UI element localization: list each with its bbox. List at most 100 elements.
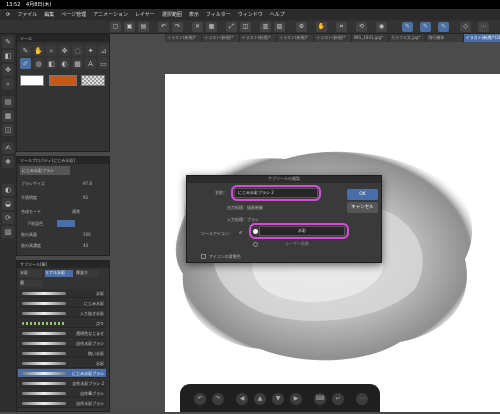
save-icon[interactable]: ▤	[138, 22, 149, 32]
list-item[interactable]: 透明色なじませ	[18, 329, 106, 338]
main-color-swatch[interactable]	[20, 75, 44, 86]
sub-color-swatch[interactable]	[49, 75, 77, 86]
menu-file[interactable]: ファイル	[17, 11, 37, 18]
prop-value-opacity[interactable]: 92	[83, 195, 88, 200]
material-icon[interactable]: ❖	[2, 156, 14, 168]
prop-label-mixing[interactable]: 下地混色	[27, 221, 43, 227]
arrow-left-icon[interactable]: ◀	[236, 393, 248, 405]
open-icon[interactable]: ▣	[124, 22, 135, 32]
list-item[interactable]: 入り抜き水彩	[18, 309, 106, 318]
list-item[interactable]: 自作水彩ブラシ 2	[18, 379, 106, 388]
menu-filter[interactable]: フィルター	[206, 11, 231, 18]
menu-help[interactable]: ヘルプ	[270, 11, 285, 18]
menu-layer[interactable]: レイヤー	[135, 11, 155, 18]
rotate-icon[interactable]: ⟲	[356, 22, 367, 32]
menu-window[interactable]: ウィンドウ	[238, 11, 263, 18]
tab-doc-6[interactable]: IMG_1841.jpg*	[351, 34, 388, 42]
menu-edit[interactable]: 編集	[44, 11, 54, 18]
prop-value-amount[interactable]: 100	[83, 232, 91, 237]
eraser-icon[interactable]: ◧	[46, 58, 57, 69]
eraser-mode-icon[interactable]: ✎	[438, 22, 449, 32]
brush-mode-icon[interactable]: ✎	[420, 22, 431, 32]
undo-icon[interactable]: ↶	[158, 22, 169, 32]
ok-button[interactable]: OK	[347, 189, 378, 200]
list-item[interactable]: 点々	[18, 319, 106, 328]
more-icon[interactable]: ⋯	[356, 393, 368, 405]
menu-view[interactable]: 表示	[189, 11, 199, 18]
menu-selection[interactable]: 選択範囲	[162, 11, 182, 18]
palette-icon[interactable]: ◒	[2, 198, 14, 210]
list-item-selected[interactable]: にじみ水彩ブラシ	[18, 369, 106, 378]
arrow-right-icon[interactable]: ▶	[290, 393, 302, 405]
tab-doc-5[interactable]: イラスト(新規)*	[314, 34, 351, 42]
navigator-icon[interactable]: ◫	[2, 124, 14, 136]
eraser-tool-icon[interactable]: ◧	[2, 50, 14, 62]
more-icon[interactable]: ⋯	[478, 22, 489, 32]
tab-doc-1[interactable]: イラスト(新規)*	[165, 34, 202, 42]
subtool-tab-watercolor[interactable]: 水彩	[20, 270, 42, 277]
stabilizer-icon[interactable]: ◇	[460, 22, 471, 32]
brush-tool-icon[interactable]: ✍	[2, 142, 14, 154]
subtool-tab-ink[interactable]: 墨	[20, 280, 42, 287]
list-item[interactable]: にじみ水彩	[18, 299, 106, 308]
wand-icon[interactable]: ✦	[85, 45, 96, 56]
transform-icon[interactable]: ⤢	[226, 22, 237, 32]
redo-icon[interactable]: ↷	[212, 393, 224, 405]
ruler-icon[interactable]: ▧	[274, 22, 285, 32]
tab-doc-active[interactable]: イラスト(新規)*(2048×2048)	[463, 34, 500, 42]
icon-bg-checkbox[interactable]	[201, 254, 206, 259]
list-item[interactable]: 自作水彩ブラシ	[18, 399, 106, 408]
property-icon[interactable]: ▦	[2, 110, 14, 122]
history-icon[interactable]: ⟳	[2, 212, 14, 224]
settings-icon[interactable]: ⚙	[296, 22, 307, 32]
list-item[interactable]: 自作水彩ブラシ	[18, 339, 106, 348]
list-item[interactable]: 鈍い水彩	[18, 349, 106, 358]
tab-doc-7[interactable]: カラフル文.jpg*	[388, 34, 426, 42]
gradient-icon[interactable]: ▧	[2, 226, 14, 238]
move-tool-icon[interactable]: ✥	[2, 64, 14, 76]
cancel-button[interactable]: キャンセル	[347, 202, 378, 213]
arrow-up-icon[interactable]: ▲	[254, 393, 266, 405]
frame-icon[interactable]: ▭	[98, 58, 109, 69]
keyboard-icon[interactable]: ⌨	[314, 393, 326, 405]
tab-doc-2[interactable]: イラスト(新規)*	[202, 34, 239, 42]
new-icon[interactable]: ▢	[110, 22, 121, 32]
hand-icon[interactable]: ✋	[316, 22, 327, 32]
tab-doc-8[interactable]: 飛行機体	[426, 34, 463, 42]
mixing-toggle[interactable]	[57, 220, 75, 227]
subtool-tab-real-watercolor[interactable]: リアル水彩	[45, 270, 73, 277]
prop-value-density[interactable]: 44	[83, 243, 88, 248]
enter-icon[interactable]: ↵	[332, 393, 344, 405]
snap-icon[interactable]: ⌗	[336, 22, 347, 32]
menu-animation[interactable]: アニメーション	[93, 11, 128, 18]
fill-icon[interactable]: ▩	[72, 58, 83, 69]
zoom-tool-icon[interactable]: ⌕	[2, 78, 14, 90]
subtool-tab-impasto[interactable]: 厚塗り	[76, 270, 98, 277]
color-wheel-icon[interactable]: ◐	[2, 184, 14, 196]
prop-value-blend[interactable]: 通常	[72, 209, 80, 215]
transparent-swatch[interactable]	[81, 75, 105, 86]
airbrush-icon[interactable]: ◍	[33, 58, 44, 69]
redo-icon[interactable]: ↷	[172, 22, 183, 32]
dropper-icon[interactable]: ⊿	[98, 45, 109, 56]
list-item[interactable]: 水彩	[18, 359, 106, 368]
undo-icon[interactable]: ↶	[194, 393, 206, 405]
app-icon[interactable]: ⟳	[6, 12, 10, 18]
icon-radio-user[interactable]	[253, 242, 258, 247]
tab-doc-3[interactable]: イラスト(新規)*	[239, 34, 276, 42]
lasso-icon[interactable]: ◌	[72, 45, 83, 56]
text-icon[interactable]: A	[85, 58, 96, 69]
clear-icon[interactable]: ✕	[192, 22, 203, 32]
pen-icon[interactable]: ✎	[20, 45, 31, 56]
arrow-down-icon[interactable]: ▼	[272, 393, 284, 405]
select-icon[interactable]: ◫	[240, 22, 251, 32]
move-icon[interactable]: ✥	[59, 45, 70, 56]
blend-icon[interactable]: ◐	[59, 58, 70, 69]
pen-mode-icon[interactable]: ✎	[402, 22, 413, 32]
zoom-icon[interactable]: ⌕	[46, 45, 57, 56]
layer-icon[interactable]: ▤	[2, 96, 14, 108]
pen-tool-icon[interactable]: ✎	[2, 36, 14, 48]
menu-page[interactable]: ページ管理	[61, 11, 86, 18]
eye-icon[interactable]: ◉	[376, 22, 387, 32]
prop-value-size[interactable]: 97.8	[83, 181, 92, 186]
